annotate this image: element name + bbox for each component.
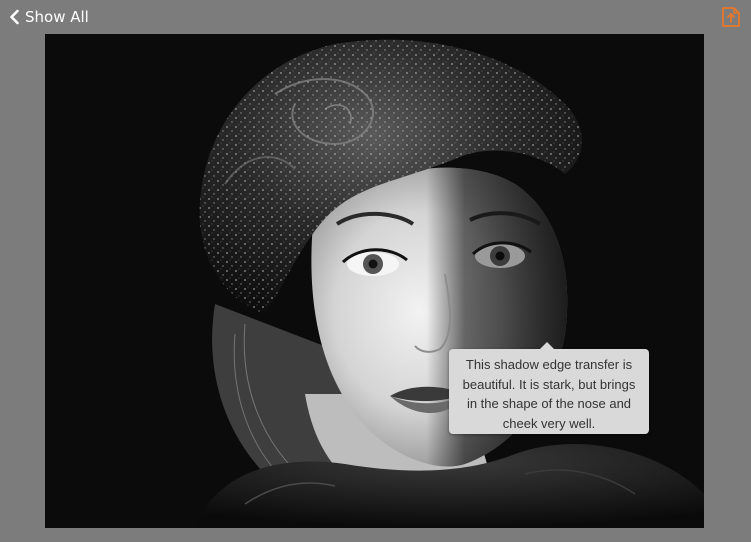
portrait-photo[interactable] — [45, 34, 704, 528]
photo-comment-text: This shadow edge transfer is beautiful. … — [462, 357, 636, 431]
portrait-image — [45, 34, 704, 528]
chevron-left-icon — [10, 9, 19, 25]
share-export-icon[interactable] — [720, 5, 742, 29]
photo-comment-bubble: This shadow edge transfer is beautiful. … — [449, 342, 649, 434]
show-all-label: Show All — [25, 8, 89, 26]
show-all-button[interactable]: Show All — [8, 8, 89, 26]
bottom-margin — [0, 528, 751, 542]
top-bar: Show All — [0, 0, 751, 34]
